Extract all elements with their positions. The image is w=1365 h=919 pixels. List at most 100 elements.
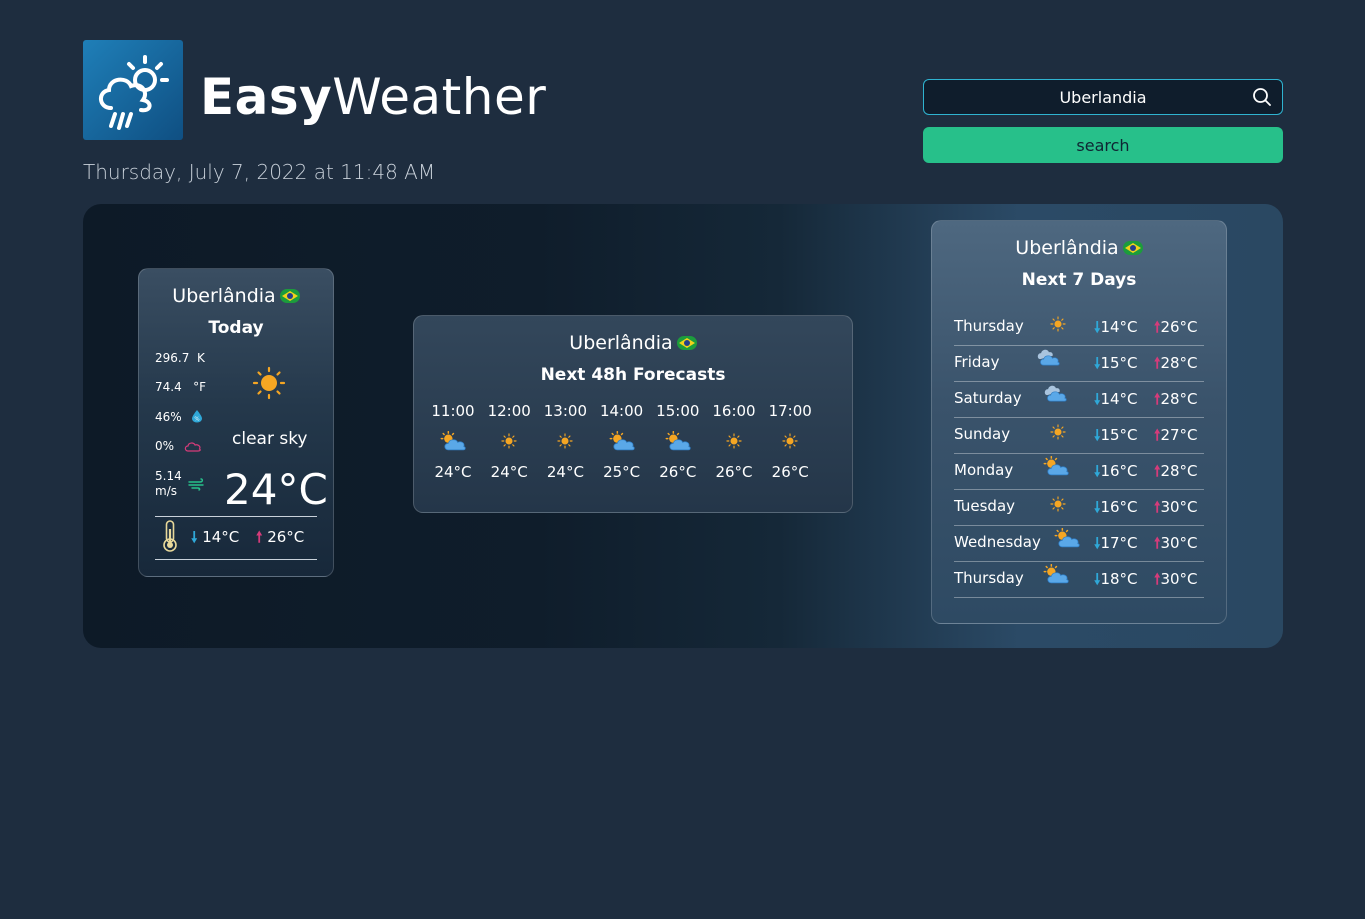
today-city-name: Uberlândia: [172, 285, 276, 307]
day-min: 🠗15°C: [1094, 353, 1138, 378]
sun-icon: [1050, 316, 1066, 336]
hour-time: 17:00: [768, 402, 812, 420]
partly-cloudy-icon: [428, 430, 478, 452]
search-button[interactable]: search: [923, 127, 1283, 163]
hourly-forecast-list[interactable]: 11:00 24°C 12:00 24°C 13:00 24°C 14:00 25°C 15:0…: [428, 316, 836, 514]
forecast-48h-card: Uberlândia Next 48h Forecasts 11:00 24°C 1…: [413, 315, 853, 513]
day-max: 🠕26°C: [1154, 317, 1198, 342]
day-max-value: 28°C: [1160, 390, 1198, 408]
week-forecast-card: Uberlândia Next 7 Days Thursday 🠗14°C 🠕26°…: [931, 220, 1227, 624]
hour-item: 16:00 26°C: [709, 402, 759, 481]
week-city: Uberlândia: [932, 237, 1226, 259]
kelvin-stat: 296.7 K: [155, 351, 205, 365]
sun-icon: [484, 430, 534, 452]
hour-temp: 2: [821, 463, 836, 481]
week-heading: Next 7 Days: [1021, 270, 1137, 290]
day-min-value: 18°C: [1100, 570, 1138, 588]
arrow-down-icon: 🠗: [191, 528, 198, 546]
kelvin-unit: K: [197, 351, 205, 365]
day-min: 🠗14°C: [1094, 317, 1138, 342]
sun-icon: [765, 430, 815, 452]
cloudy-icon: [1042, 384, 1068, 406]
day-row: Sunday 🠗15°C 🠕27°C: [954, 417, 1204, 454]
hour-temp: 24°C: [490, 463, 528, 481]
wind-unit: m/s: [155, 484, 177, 498]
current-temperature: 24°C: [224, 465, 328, 514]
today-min: 🠗 14°C: [191, 527, 239, 552]
today-city: Uberlândia: [139, 285, 333, 307]
partly-cloudy-icon: [597, 430, 647, 452]
day-min-value: 15°C: [1100, 354, 1138, 372]
hour-time: 13:00: [543, 402, 587, 420]
fahrenheit-value: 74.4: [155, 380, 182, 394]
day-row: Monday 🠗16°C 🠕28°C: [954, 453, 1204, 490]
wind-value: 5.14: [155, 469, 182, 483]
search-icon[interactable]: [1252, 87, 1272, 107]
day-min-value: 15°C: [1100, 426, 1138, 444]
hour-item: 17:00 26°C: [765, 402, 815, 481]
hour-time: 11:00: [431, 402, 475, 420]
wind-icon: [188, 478, 204, 491]
sun-icon: [1050, 424, 1066, 444]
day-min: 🠗17°C: [1094, 533, 1138, 558]
day-min: 🠗16°C: [1094, 461, 1138, 486]
day-name: Thursday: [954, 569, 1024, 587]
today-min-value: 14°C: [202, 528, 240, 546]
search-input[interactable]: [924, 80, 1282, 114]
day-row: Thursday 🠗18°C 🠕30°C: [954, 561, 1204, 598]
arrow-up-icon: 🠕: [256, 528, 263, 546]
day-max: 🠕30°C: [1154, 569, 1198, 594]
brand-bold: Easy: [200, 68, 333, 126]
hour-temp: 26°C: [771, 463, 809, 481]
fahrenheit-stat: 74.4 °F: [155, 380, 206, 394]
day-max: 🠕28°C: [1154, 389, 1198, 414]
partly-cloudy-icon: [1042, 563, 1070, 588]
day-name: Monday: [954, 461, 1014, 479]
partly-cloudy-icon: [1042, 455, 1070, 480]
day-name: Tuesday: [954, 497, 1016, 515]
day-row: Thursday 🠗14°C 🠕26°C: [954, 309, 1204, 346]
day-name: Sunday: [954, 425, 1011, 443]
fahrenheit-unit: °F: [193, 380, 207, 394]
day-max: 🠕28°C: [1154, 461, 1198, 486]
day-min-value: 16°C: [1100, 462, 1138, 480]
day-max: 🠕28°C: [1154, 353, 1198, 378]
partly-cloudy-icon: [653, 430, 703, 452]
day-max-value: 30°C: [1160, 534, 1198, 552]
kelvin-value: 296.7: [155, 351, 190, 365]
day-name: Wednesday: [954, 533, 1041, 551]
svg-text:%: %: [194, 417, 199, 423]
sun-icon: [252, 366, 286, 400]
hour-time: 15:00: [656, 402, 700, 420]
day-row: Saturday 🠗14°C 🠕28°C: [954, 381, 1204, 418]
day-max-value: 30°C: [1160, 570, 1198, 588]
divider: [155, 516, 317, 517]
day-min: 🠗16°C: [1094, 497, 1138, 522]
clouds-stat: 0%: [155, 439, 175, 453]
hour-item: 14:00 25°C: [597, 402, 647, 481]
today-heading: Today: [208, 318, 264, 338]
day-name: Friday: [954, 353, 1000, 371]
sun-icon: [709, 430, 759, 452]
sun-icon: [540, 430, 590, 452]
today-max-value: 26°C: [267, 528, 305, 546]
day-max-value: 28°C: [1160, 354, 1198, 372]
hour-temp: 25°C: [603, 463, 641, 481]
day-min: 🠗18°C: [1094, 569, 1138, 594]
wind-stat: 5.14 m/s: [155, 469, 182, 499]
day-row: Tuesday 🠗16°C 🠕30°C: [954, 489, 1204, 526]
day-max-value: 30°C: [1160, 498, 1198, 516]
current-datetime: Thursday, July 7, 2022 at 11:48 AM: [83, 160, 436, 184]
humidity-stat: 46%: [155, 410, 182, 424]
brazil-flag-icon: [279, 289, 300, 303]
brand-title: EasyWeather: [200, 66, 546, 128]
hour-time: 12:00: [487, 402, 531, 420]
partly-cloudy-icon: [1053, 527, 1081, 552]
day-row: Wednesday 🠗17°C 🠕30°C: [954, 525, 1204, 562]
hour-item: 11:00 24°C: [428, 402, 478, 481]
day-max-value: 28°C: [1160, 462, 1198, 480]
hour-time: 18: [821, 402, 836, 422]
sun-icon: [821, 430, 836, 452]
day-max: 🠕30°C: [1154, 533, 1198, 558]
cloudy-icon: [1035, 348, 1061, 370]
